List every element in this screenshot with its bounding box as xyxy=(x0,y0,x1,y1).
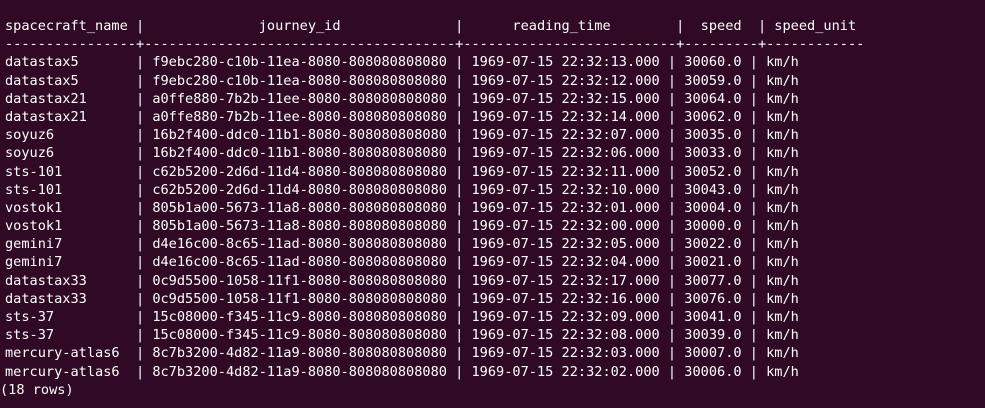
table-row: vostok1 | 805b1a00-5673-11a8-8080-808080… xyxy=(5,199,799,216)
table-row: datastax33 | 0c9d5500-1058-11f1-8080-808… xyxy=(5,272,799,289)
table-row: soyuz6 | 16b2f400-ddc0-11b1-8080-8080808… xyxy=(5,145,799,162)
table-row: vostok1 | 805b1a00-5673-11a8-8080-808080… xyxy=(5,218,799,235)
table-row: soyuz6 | 16b2f400-ddc0-11b1-8080-8080808… xyxy=(5,127,799,144)
table-row: datastax33 | 0c9d5500-1058-11f1-8080-808… xyxy=(5,290,799,307)
table-row: sts-101 | c62b5200-2d6d-11d4-8080-808080… xyxy=(5,181,799,198)
table-row: sts-37 | 15c08000-f345-11c9-8080-8080808… xyxy=(5,309,799,325)
terminal-output: spacecraft_name | journey_id | reading_t… xyxy=(0,0,985,408)
table-row: datastax5 | f9ebc280-c10b-11ea-8080-8080… xyxy=(5,54,799,71)
row-count: (18 rows) xyxy=(0,381,74,398)
table-row: datastax21 | a0ffe880-7b2b-11ee-8080-808… xyxy=(5,90,799,107)
table-separator: ----------------+-----------------------… xyxy=(5,36,865,53)
table-row: sts-101 | c62b5200-2d6d-11d4-8080-808080… xyxy=(5,163,799,180)
table-row: datastax5 | f9ebc280-c10b-11ea-8080-8080… xyxy=(5,72,799,89)
table-row: gemini7 | d4e16c00-8c65-11ad-8080-808080… xyxy=(5,236,799,253)
table-row: mercury-atlas6 | 8c7b3200-4d82-11a9-8080… xyxy=(5,345,799,362)
table-row: mercury-atlas6 | 8c7b3200-4d82-11a9-8080… xyxy=(5,363,799,380)
table-header: spacecraft_name | journey_id | reading_t… xyxy=(5,18,857,34)
table-row: datastax21 | a0ffe880-7b2b-11ee-8080-808… xyxy=(5,108,799,125)
table-row: gemini7 | d4e16c00-8c65-11ad-8080-808080… xyxy=(5,254,799,271)
table-row: sts-37 | 15c08000-f345-11c9-8080-8080808… xyxy=(5,327,799,344)
